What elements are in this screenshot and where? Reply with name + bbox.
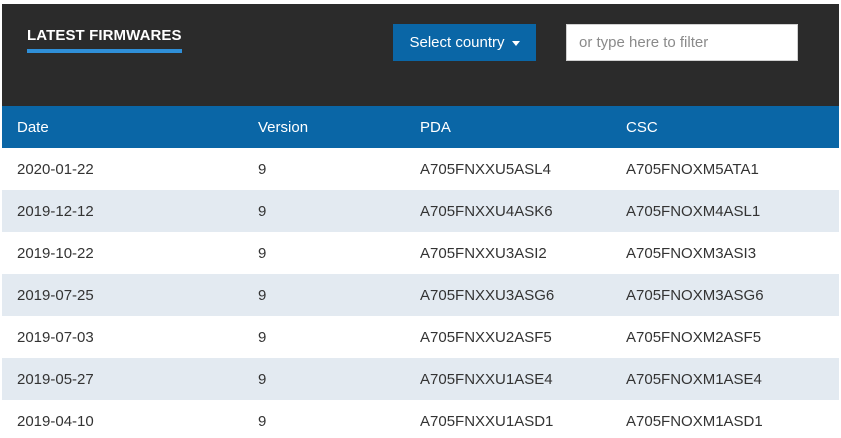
column-header-version[interactable]: Version: [258, 106, 420, 148]
cell-pda: A705FNXXU1ASE4: [420, 358, 626, 400]
column-header-date[interactable]: Date: [2, 106, 258, 148]
table-row[interactable]: 2019-04-10 9 A705FNXXU1ASD1 A705FNOXM1AS…: [2, 400, 839, 438]
cell-pda: A705FNXXU5ASL4: [420, 160, 551, 178]
cell-pda: A705FNXXU4ASK6: [420, 190, 626, 232]
cell-date: 2019-07-03: [17, 328, 94, 346]
cell-csc: A705FNOXM1ASE4: [626, 358, 839, 400]
cell-date: 2019-05-27: [2, 358, 258, 400]
cell-version: 9: [258, 160, 267, 178]
cell-version: 9: [258, 190, 420, 232]
cell-csc: A705FNOXM5ATA1: [626, 160, 759, 178]
cell-version: 9: [258, 358, 420, 400]
filter-input[interactable]: [566, 24, 798, 61]
cell-pda: A705FNXXU2ASF5: [420, 328, 552, 346]
cell-version: 9: [258, 274, 420, 316]
cell-date: 2019-04-10: [17, 412, 94, 430]
table-row[interactable]: 2020-01-22 9 A705FNXXU5ASL4 A705FNOXM5AT…: [2, 148, 839, 190]
cell-date: 2019-12-12: [2, 190, 258, 232]
page-title: LATEST FIRMWARES: [27, 27, 182, 53]
cell-version: 9: [258, 244, 267, 262]
cell-csc: A705FNOXM4ASL1: [626, 190, 839, 232]
table-header-row: Date Version PDA CSC: [2, 106, 839, 148]
firmware-header: LATEST FIRMWARES Select country: [2, 4, 839, 106]
cell-date: 2019-07-25: [2, 274, 258, 316]
cell-pda: A705FNXXU1ASD1: [420, 412, 554, 430]
caret-down-icon: [511, 40, 520, 46]
cell-date: 2019-10-22: [17, 244, 94, 262]
select-country-button[interactable]: Select country: [393, 24, 536, 61]
cell-csc: A705FNOXM1ASD1: [626, 412, 763, 430]
column-header-csc[interactable]: CSC: [626, 106, 839, 148]
cell-pda: A705FNXXU3ASI2: [420, 244, 547, 262]
cell-csc: A705FNOXM3ASG6: [626, 274, 839, 316]
table-row[interactable]: 2019-07-25 9 A705FNXXU3ASG6 A705FNOXM3AS…: [2, 274, 839, 316]
cell-pda: A705FNXXU3ASG6: [420, 274, 626, 316]
column-header-pda[interactable]: PDA: [420, 106, 626, 148]
table-row[interactable]: 2019-12-12 9 A705FNXXU4ASK6 A705FNOXM4AS…: [2, 190, 839, 232]
table-row[interactable]: 2019-05-27 9 A705FNXXU1ASE4 A705FNOXM1AS…: [2, 358, 839, 400]
cell-version: 9: [258, 412, 267, 430]
select-country-label: Select country: [409, 34, 505, 51]
cell-version: 9: [258, 328, 267, 346]
table-row[interactable]: 2019-10-22 9 A705FNXXU3ASI2 A705FNOXM3AS…: [2, 232, 839, 274]
cell-csc: A705FNOXM3ASI3: [626, 244, 757, 262]
table-row[interactable]: 2019-07-03 9 A705FNXXU2ASF5 A705FNOXM2AS…: [2, 316, 839, 358]
cell-date: 2020-01-22: [17, 160, 94, 178]
cell-csc: A705FNOXM2ASF5: [626, 328, 762, 346]
firmware-table: Date Version PDA CSC 2020-01-22 9 A705FN…: [2, 106, 839, 438]
